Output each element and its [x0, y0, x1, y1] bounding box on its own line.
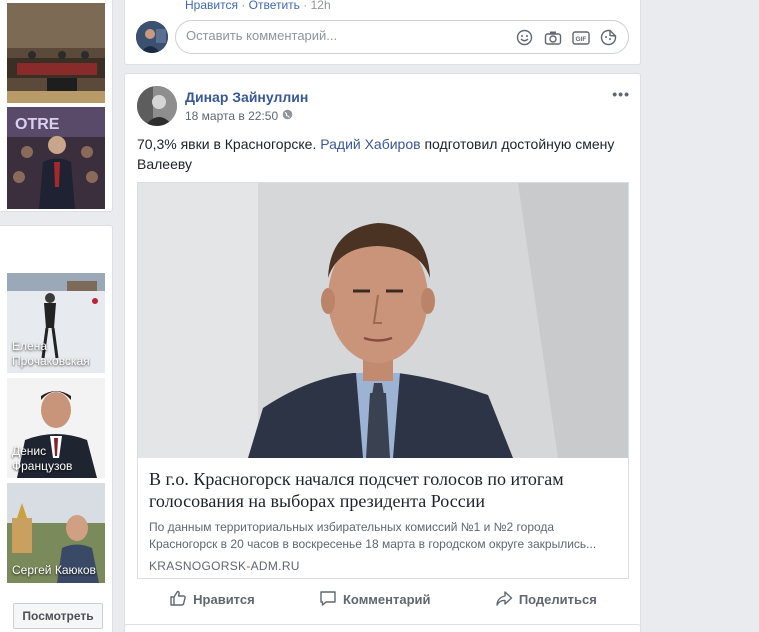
comment-bubble-icon: [319, 589, 337, 610]
current-user-avatar[interactable]: [136, 21, 168, 53]
friends-card: Елена Прочаковская Денис Французов Серге: [0, 225, 113, 632]
photo-conference-hall[interactable]: [7, 3, 105, 103]
emoji-icon[interactable]: [515, 28, 534, 47]
svg-text:GIF: GIF: [575, 36, 586, 43]
comment-actions: Нравится · Ответить · 12h: [185, 0, 331, 12]
friend-name-denis[interactable]: Денис Французов: [12, 444, 72, 474]
comment-like-link[interactable]: Нравится: [185, 0, 238, 12]
friend-name-line: Прочаковская: [12, 354, 90, 368]
gif-icon[interactable]: GIF: [571, 28, 590, 47]
photo-speaker[interactable]: OTRE: [7, 107, 105, 209]
mention-link[interactable]: Радий Хабиров: [320, 136, 420, 152]
separator: ·: [299, 0, 311, 12]
post-options-icon[interactable]: •••: [612, 86, 630, 102]
friend-photo-denis[interactable]: Денис Французов: [7, 378, 105, 478]
svg-text:OTRE: OTRE: [15, 116, 60, 133]
link-description: По данным территориальных избирательных …: [149, 520, 597, 551]
author-avatar[interactable]: [137, 86, 177, 126]
friend-name-line: Денис: [12, 444, 47, 458]
post-time-text[interactable]: 18 марта в 22:50: [185, 109, 278, 123]
sticker-icon[interactable]: [599, 28, 618, 47]
photos-card: OTRE: [0, 0, 113, 212]
globe-icon: [282, 109, 293, 123]
friend-photo-sergey[interactable]: Сергей Каюков: [7, 483, 105, 583]
share-label: Поделиться: [518, 591, 597, 607]
thumbs-up-icon: [169, 589, 187, 610]
friend-name-line: Елена: [12, 339, 47, 353]
like-button[interactable]: Нравится: [169, 589, 255, 610]
previous-post-comments: Нравится · Ответить · 12h GIF: [124, 0, 641, 65]
comment-input-box[interactable]: GIF: [175, 20, 629, 54]
share-button[interactable]: Поделиться: [495, 589, 597, 610]
share-arrow-icon: [495, 589, 513, 610]
friend-name-line: Французов: [12, 459, 73, 473]
post-timestamp[interactable]: 18 марта в 22:50: [185, 109, 293, 123]
comment-time[interactable]: 12h: [311, 0, 331, 12]
post-actions: Нравится Комментарий Поделиться: [137, 584, 629, 614]
link-preview-image[interactable]: [138, 183, 628, 458]
post-card: Динар Зайнуллин 18 марта в 22:50 ••• 70,…: [124, 73, 641, 628]
post-text-part: 70,3% явки в Красногорске.: [137, 136, 321, 152]
comment-input-icons: GIF: [515, 28, 618, 47]
link-domain: KRASNOGORSK-ADM.RU: [149, 559, 300, 573]
friend-name-sergey[interactable]: Сергей Каюков: [12, 563, 96, 578]
camera-icon[interactable]: [543, 28, 562, 47]
next-post-card: [124, 624, 641, 632]
friend-name-elena[interactable]: Елена Прочаковская: [12, 339, 90, 369]
comment-reply-link[interactable]: Ответить: [249, 0, 300, 12]
friend-photo-elena[interactable]: Елена Прочаковская: [7, 273, 105, 373]
comment-input[interactable]: [186, 28, 486, 43]
comment-label: Комментарий: [342, 591, 431, 607]
separator: ·: [237, 0, 249, 12]
like-label: Нравится: [193, 591, 255, 607]
link-preview-body[interactable]: В г.о. Красногорск начался подсчет голос…: [138, 458, 628, 578]
post-author-name[interactable]: Динар Зайнуллин: [185, 89, 308, 105]
see-all-button[interactable]: Посмотреть: [13, 603, 103, 629]
post-text: 70,3% явки в Красногорске. Радий Хабиров…: [137, 134, 627, 174]
friend-name-line: Сергей Каюков: [12, 563, 96, 577]
link-title[interactable]: В г.о. Красногорск начался подсчет голос…: [149, 468, 617, 512]
comment-button[interactable]: Комментарий: [319, 589, 431, 610]
link-preview[interactable]: В г.о. Красногорск начался подсчет голос…: [137, 182, 629, 579]
